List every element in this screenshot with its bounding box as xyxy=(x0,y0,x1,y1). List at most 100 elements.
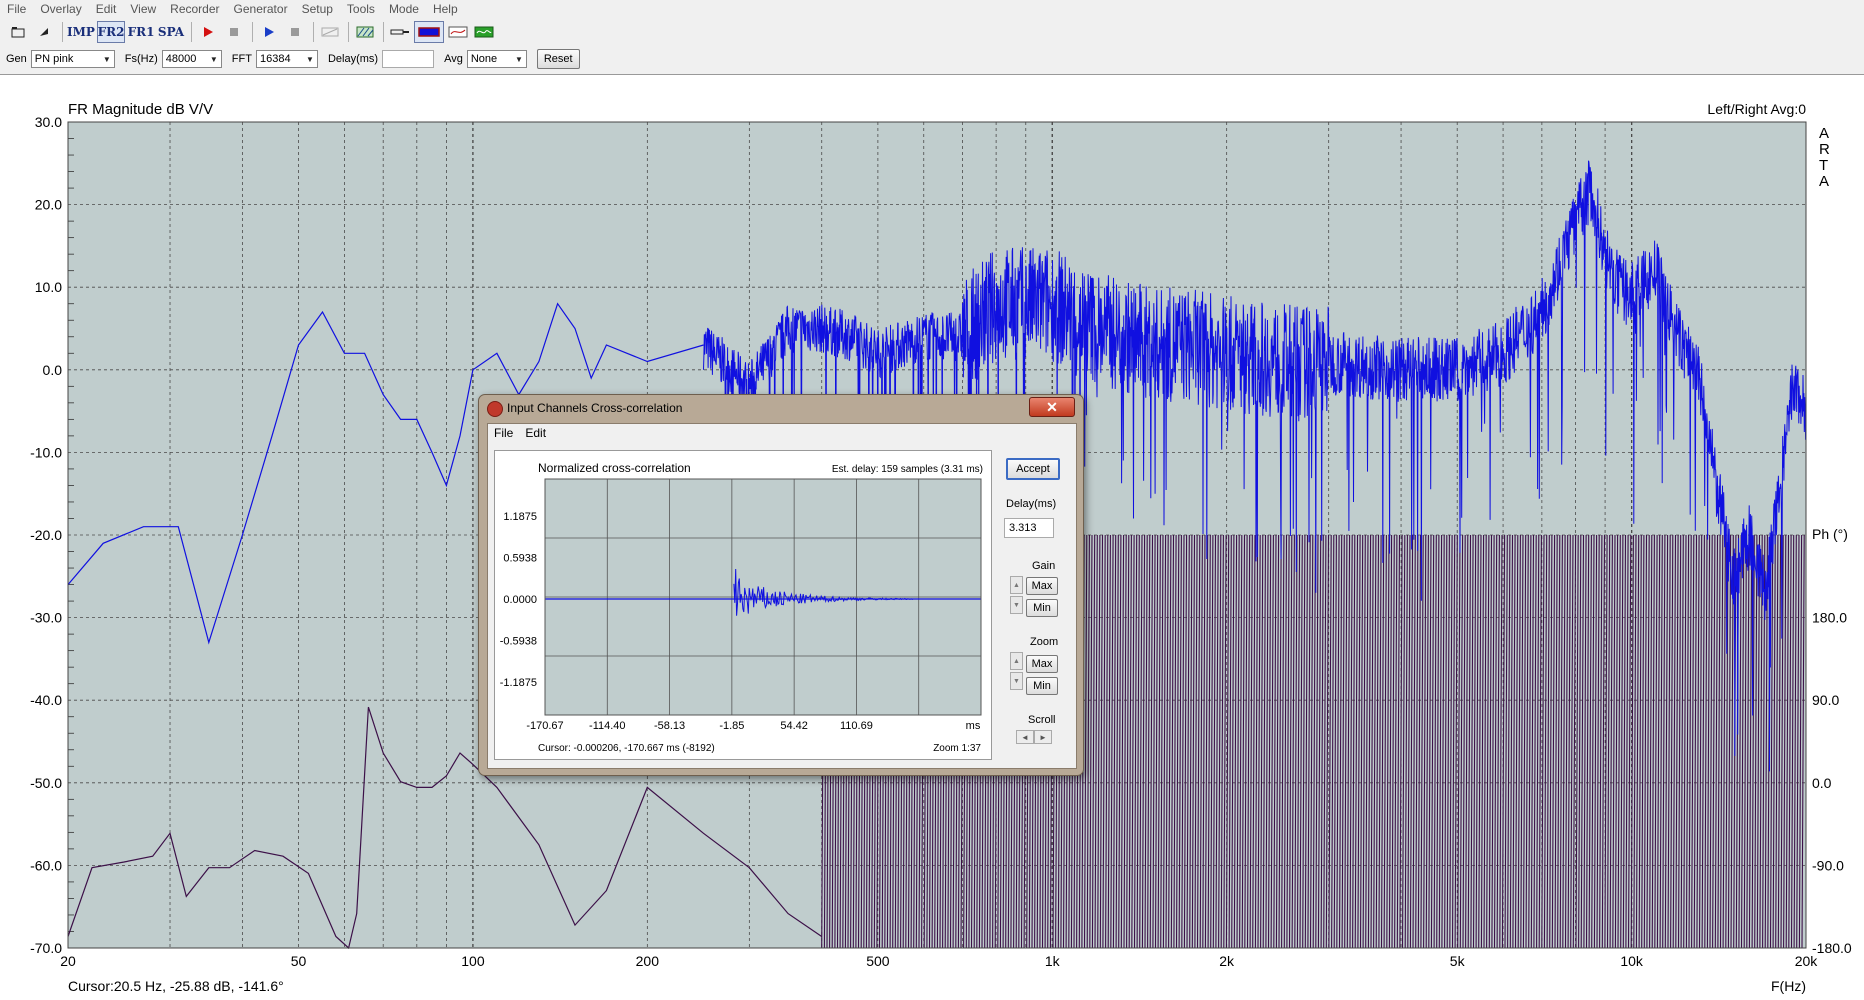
x-tick-label: 100 xyxy=(461,953,485,969)
phase-tick-label: -90.0 xyxy=(1812,857,1844,873)
chevron-left-icon: ◄ xyxy=(1021,732,1029,742)
correlation-x-tick: -58.13 xyxy=(654,720,685,732)
fft-size-select[interactable]: 16384 ▼ xyxy=(255,50,318,68)
menu-mode[interactable]: Mode xyxy=(382,0,426,18)
fft-size-value: 16384 xyxy=(259,53,291,65)
correlation-x-tick: ms xyxy=(966,720,981,732)
generator-select[interactable]: PN pink ▼ xyxy=(30,50,115,68)
brand-letter: R xyxy=(1819,141,1830,158)
generator-play-button[interactable] xyxy=(257,21,281,43)
menu-view[interactable]: View xyxy=(123,0,163,18)
curve-icon xyxy=(448,26,468,38)
toolbar-separator xyxy=(313,22,314,42)
avg-label: Avg xyxy=(444,53,463,65)
dropdown-arrow-icon: ▼ xyxy=(102,54,111,64)
phase-tick-label: 0.0 xyxy=(1812,775,1832,791)
brand-letter: A xyxy=(1819,125,1829,142)
record-button[interactable] xyxy=(196,21,220,43)
phase-axis-label: Ph (°) xyxy=(1812,526,1848,542)
stop-icon xyxy=(291,28,299,36)
zoom-max-button[interactable]: Max xyxy=(1026,655,1058,673)
dropdown-arrow-icon: ▼ xyxy=(306,54,314,64)
hatch-green-icon xyxy=(356,26,374,38)
y-tick-label: 20.0 xyxy=(35,197,62,213)
curve-button[interactable] xyxy=(446,21,470,43)
zoom-min-button[interactable]: Min xyxy=(1026,677,1058,695)
reset-button[interactable]: Reset xyxy=(536,49,580,69)
averaging-select[interactable]: None ▼ xyxy=(466,50,527,68)
y-tick-label: -70.0 xyxy=(30,940,62,956)
gain-max-button[interactable]: Max xyxy=(1026,577,1058,595)
abc-button[interactable] xyxy=(318,21,342,43)
correlation-y-tick: -1.1875 xyxy=(500,677,537,689)
stop-button[interactable] xyxy=(222,21,246,43)
cursor-tool-button[interactable] xyxy=(32,21,56,43)
chevron-up-icon: ▲ xyxy=(1013,657,1020,665)
dialog-menu-file[interactable]: File xyxy=(488,426,519,440)
x-tick-label: 50 xyxy=(291,953,307,969)
fr1-mode-button[interactable]: FR1 xyxy=(127,21,155,43)
y-tick-label: 0.0 xyxy=(43,362,63,378)
sample-rate-value: 48000 xyxy=(165,53,197,65)
close-button[interactable]: ✕ xyxy=(1029,397,1075,417)
imp-mode-button[interactable]: IMP xyxy=(67,21,95,43)
y-tick-label: -20.0 xyxy=(30,527,62,543)
x-axis-label: F(Hz) xyxy=(1771,978,1806,994)
menu-bar: File Overlay Edit View Recorder Generato… xyxy=(0,0,1864,18)
correlation-zoom: Zoom 1:37 xyxy=(933,743,981,754)
correlation-y-tick: 0.5938 xyxy=(503,553,537,565)
menu-setup[interactable]: Setup xyxy=(295,0,340,18)
dialog-body: File Edit Normalized cross-correlation E… xyxy=(487,423,1077,769)
y-tick-label: -60.0 xyxy=(30,857,62,873)
scroll-right-button[interactable]: ► xyxy=(1034,730,1052,744)
zoom-down-spin[interactable]: ▼ xyxy=(1010,672,1023,690)
correlation-cursor: Cursor: -0.000206, -170.667 ms (-8192) xyxy=(538,743,715,754)
generator-value: PN pink xyxy=(34,53,74,65)
generator-stop-button[interactable] xyxy=(283,21,307,43)
menu-recorder[interactable]: Recorder xyxy=(163,0,226,18)
spa-mode-button[interactable]: SPA xyxy=(157,21,185,43)
menu-generator[interactable]: Generator xyxy=(227,0,295,18)
menu-edit[interactable]: Edit xyxy=(89,0,124,18)
menu-overlay[interactable]: Overlay xyxy=(33,0,88,18)
chevron-right-icon: ► xyxy=(1039,732,1047,742)
x-tick-label: 1k xyxy=(1045,953,1061,969)
sample-rate-select[interactable]: 48000 ▼ xyxy=(161,50,222,68)
correlation-y-tick: 1.1875 xyxy=(503,511,537,523)
menu-help[interactable]: Help xyxy=(426,0,465,18)
delay-input[interactable] xyxy=(382,50,435,68)
delay-ms-input[interactable]: 3.313 xyxy=(1004,518,1054,538)
fr2-mode-button[interactable]: FR2 xyxy=(97,21,125,43)
y-tick-label: 30.0 xyxy=(35,114,62,130)
phase-tick-label: -180.0 xyxy=(1812,940,1852,956)
marker-button[interactable] xyxy=(388,21,412,43)
x-tick-label: 10k xyxy=(1620,953,1644,969)
scroll-label: Scroll xyxy=(1028,714,1056,726)
accept-button[interactable]: Accept xyxy=(1006,458,1060,480)
delay-label: Delay(ms) xyxy=(327,53,379,65)
plot-status: Left/Right Avg:0 xyxy=(1707,101,1806,117)
color-button[interactable] xyxy=(414,21,444,43)
fs-label: Fs(Hz) xyxy=(124,53,158,65)
x-tick-label: 5k xyxy=(1450,953,1466,969)
x-tick-label: 20k xyxy=(1795,953,1819,969)
correlation-chart[interactable]: Normalized cross-correlation Est. delay:… xyxy=(495,451,991,759)
dropdown-arrow-icon: ▼ xyxy=(209,54,218,64)
y-tick-label: 10.0 xyxy=(35,279,62,295)
menu-tools[interactable]: Tools xyxy=(340,0,382,18)
gain-up-spin[interactable]: ▲ xyxy=(1010,576,1023,594)
correlation-title: Normalized cross-correlation xyxy=(538,461,691,475)
scroll-left-button[interactable]: ◄ xyxy=(1016,730,1034,744)
gain-min-button[interactable]: Min xyxy=(1026,599,1058,617)
gain-down-spin[interactable]: ▼ xyxy=(1010,596,1023,614)
arrow-cursor-icon xyxy=(40,28,48,36)
correlation-x-axis: -170.67 -114.40 -58.13 -1.85 54.42 110.69 ms xyxy=(526,720,980,732)
frequency-axis: 20 50 100 200 500 1k 2k 5k 10k 20k xyxy=(60,953,1818,969)
dialog-menu-edit[interactable]: Edit xyxy=(519,426,552,440)
menu-file[interactable]: File xyxy=(0,0,33,18)
open-file-button[interactable] xyxy=(6,21,30,43)
scope-button[interactable] xyxy=(472,21,496,43)
overlay-button[interactable] xyxy=(353,21,377,43)
zoom-up-spin[interactable]: ▲ xyxy=(1010,652,1023,670)
chevron-up-icon: ▲ xyxy=(1013,581,1020,589)
